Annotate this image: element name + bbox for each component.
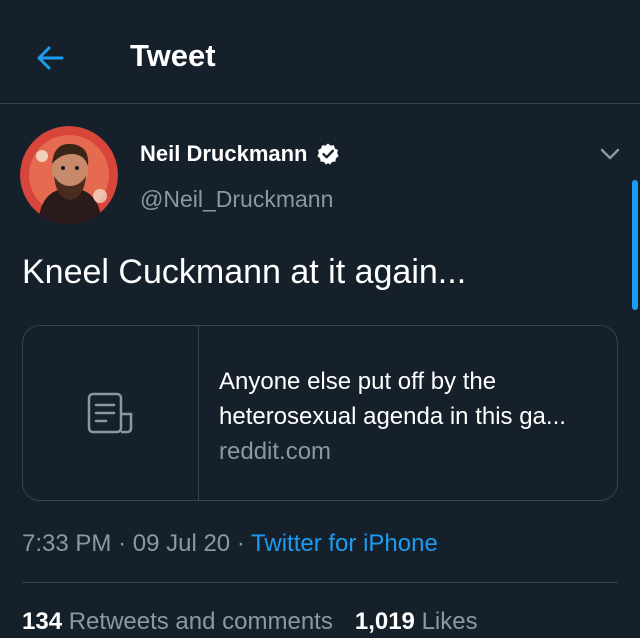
link-card-domain: reddit.com <box>219 438 332 465</box>
retweets-stat[interactable]: 134 Retweets and comments <box>22 608 333 635</box>
verified-badge-icon <box>316 143 339 165</box>
likes-label: Likes <box>421 608 478 635</box>
tweet-meta: 7:33 PM · 09 Jul 20 · Twitter for iPhone <box>22 528 438 560</box>
back-button[interactable] <box>30 38 70 78</box>
tweet-options-button[interactable] <box>596 140 624 168</box>
tweet-source-link[interactable]: Twitter for iPhone <box>251 530 438 557</box>
meta-separator: · <box>118 530 127 557</box>
meta-separator: · <box>236 530 245 557</box>
document-icon <box>87 392 132 434</box>
author-name-row[interactable]: Neil Druckmann <box>140 139 340 169</box>
retweets-count: 134 <box>22 608 63 635</box>
page-title: Tweet <box>130 38 216 73</box>
chevron-down-icon <box>600 148 620 160</box>
author-display-name[interactable]: Neil Druckmann <box>140 139 308 169</box>
likes-count: 1,019 <box>354 608 415 635</box>
likes-stat[interactable]: 1,019 Likes <box>355 608 478 635</box>
author-handle[interactable]: @Neil_Druckmann <box>140 184 333 214</box>
tweet-text: Kneel Cuckmann at it again... <box>22 253 467 291</box>
avatar[interactable] <box>20 126 118 224</box>
avatar-illustration <box>20 126 118 224</box>
tweet-stats: 134 Retweets and comments 1,019 Likes <box>22 606 478 638</box>
arrow-left-icon <box>37 46 64 70</box>
retweets-label: Retweets and comments <box>68 608 333 635</box>
link-card[interactable]: Anyone else put off by the heterosexual … <box>22 325 618 501</box>
top-bar: Tweet <box>0 0 640 104</box>
scrollbar[interactable] <box>632 180 638 310</box>
link-card-title-line1: Anyone else put off by the <box>219 368 497 395</box>
tweet-time: 7:33 PM <box>22 530 112 557</box>
link-card-thumbnail <box>23 326 199 500</box>
link-card-body: Anyone else put off by the heterosexual … <box>219 364 609 469</box>
divider <box>22 582 618 583</box>
tweet-date: 09 Jul 20 <box>132 530 231 557</box>
link-card-title-line2: heterosexual agenda in this ga... <box>219 403 566 430</box>
